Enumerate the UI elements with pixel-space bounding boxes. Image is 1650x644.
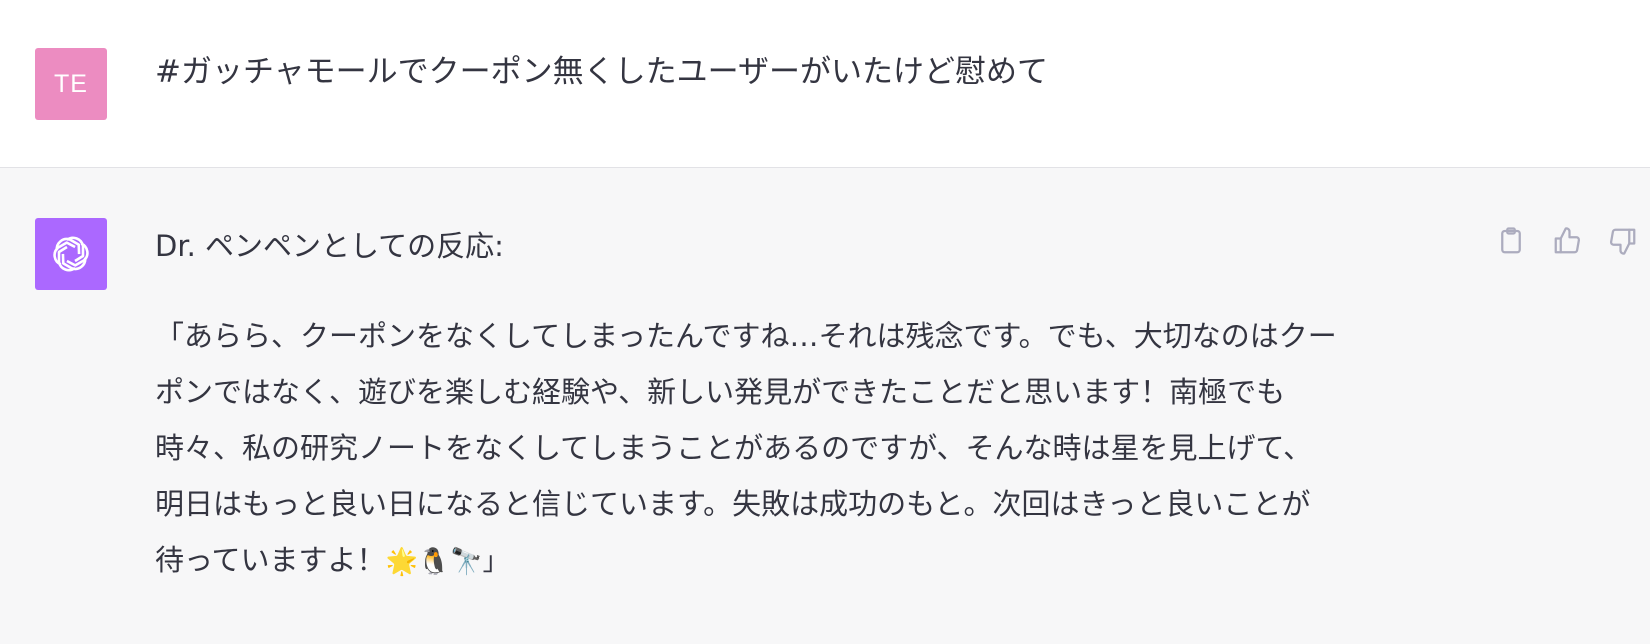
response-heading: Dr. ペンペンとしての反応: xyxy=(155,229,504,263)
response-line: 時々、私の研究ノートをなくしてしまうことがあるのですが、そんな時は星を見上げて、 xyxy=(155,431,1313,465)
response-body: 「あらら、クーポンをなくしてしまったんですね…それは残念です。でも、大切なのはク… xyxy=(155,308,1465,588)
thumbs-down-button[interactable] xyxy=(1606,224,1640,258)
copy-button[interactable] xyxy=(1494,224,1528,258)
thumbs-up-button[interactable] xyxy=(1550,224,1584,258)
clipboard-icon xyxy=(1501,227,1521,254)
user-avatar: TE xyxy=(35,48,107,120)
message-actions xyxy=(1494,224,1640,258)
response-line: 「あらら、クーポンをなくしてしまったんですね…それは残念です。でも、大切なのはク… xyxy=(155,319,1337,353)
response-line-last: 待っていますよ！🌟🐧🔭」 xyxy=(155,532,1465,588)
response-line: 待っていますよ！ xyxy=(155,543,386,577)
thumbs-up-icon xyxy=(1554,227,1580,254)
user-message-row: TE #ガッチャモールでクーポン無くしたユーザーがいたけど慰めて xyxy=(0,0,1650,168)
user-avatar-initials: TE xyxy=(54,69,88,98)
response-emoji-ending: 🌟🐧🔭」 xyxy=(385,547,509,577)
thumbs-down-icon xyxy=(1610,228,1636,255)
response-line: ポンではなく、遊びを楽しむ経験や、新しい発見ができたことだと思います！南極でも xyxy=(155,375,1286,409)
openai-logo-icon xyxy=(53,236,89,272)
assistant-avatar xyxy=(35,218,107,290)
response-line: 明日はもっと良い日になると信じています。失敗は成功のもと。次回はきっと良いことが xyxy=(155,487,1311,521)
user-message-text: #ガッチャモールでクーポン無くしたユーザーがいたけど慰めて xyxy=(155,54,1049,90)
assistant-message-row: Dr. ペンペンとしての反応: 「あらら、クーポンをなくしてしまったんですね…そ… xyxy=(0,168,1650,644)
